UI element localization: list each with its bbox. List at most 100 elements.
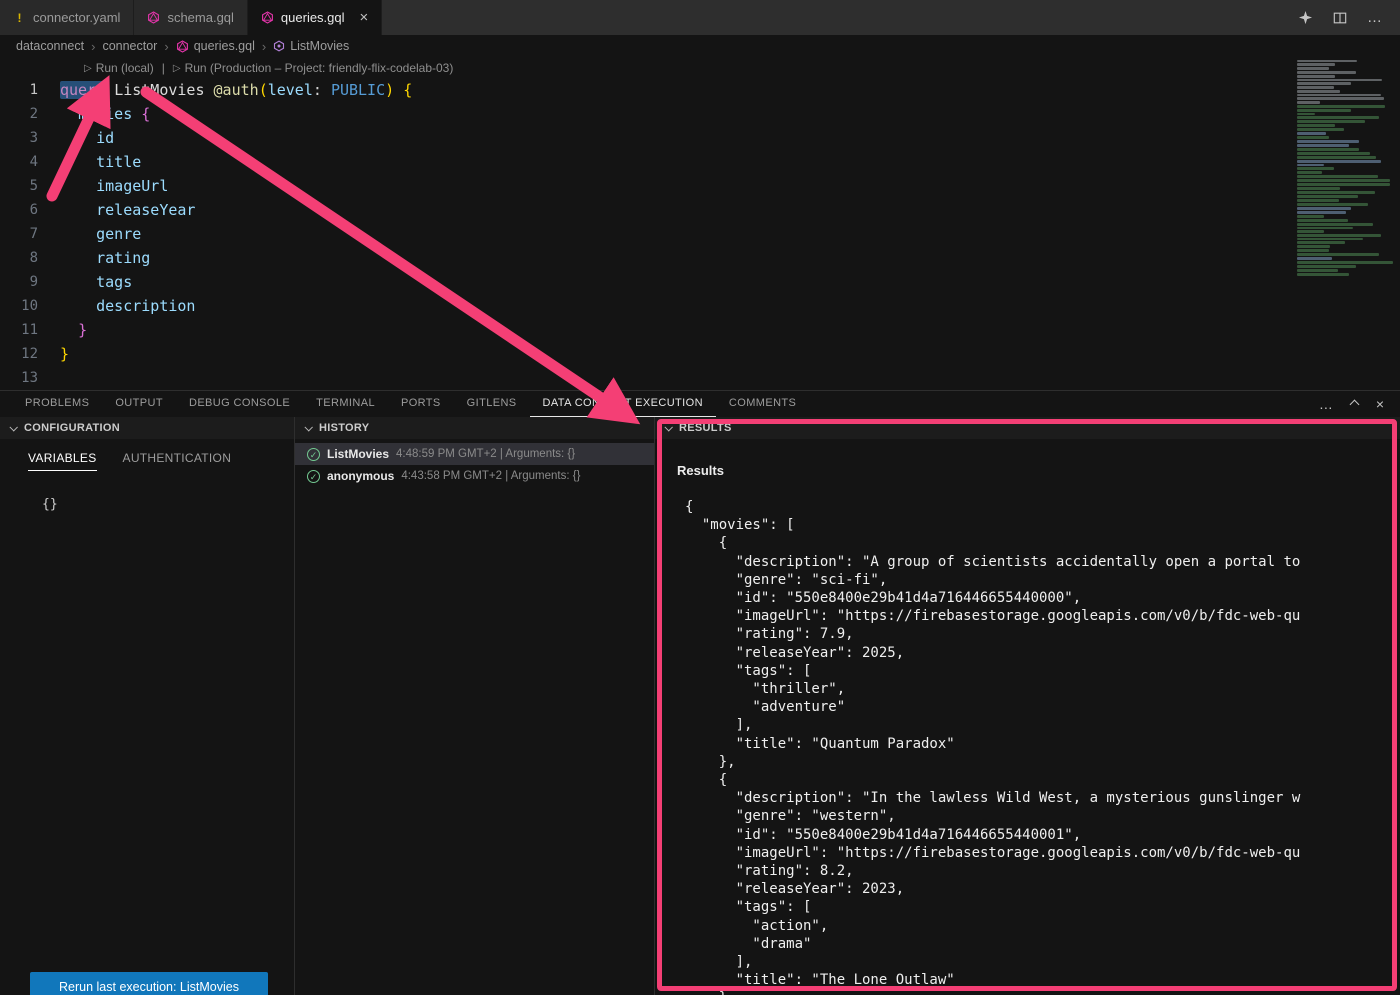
- code-text: tags: [60, 270, 132, 294]
- breadcrumb-item-queries-gql[interactable]: queries.gql: [176, 39, 255, 53]
- code-token: rating: [96, 249, 150, 267]
- code-token: level: [268, 81, 313, 99]
- minimap-line: [1297, 215, 1324, 218]
- code-text: movies {: [60, 102, 150, 126]
- code-token: genre: [96, 225, 141, 243]
- minimap-line: [1297, 79, 1382, 81]
- minimap-line: [1297, 113, 1315, 115]
- run-local-link[interactable]: ▷Run (local): [84, 61, 154, 75]
- history-item[interactable]: ✓ListMovies4:48:59 PM GMT+2 | Arguments:…: [295, 443, 654, 465]
- minimap-line: [1297, 183, 1390, 186]
- minimap-line: [1297, 101, 1320, 104]
- minimap-line: [1297, 90, 1340, 93]
- code-token: [394, 81, 403, 99]
- maximize-panel-icon[interactable]: [1351, 401, 1358, 408]
- breadcrumb-item-connector[interactable]: connector: [102, 39, 157, 53]
- line-number: 6: [0, 198, 60, 222]
- minimap-line: [1297, 82, 1351, 85]
- code-lines: 1query ListMovies @auth(level: PUBLIC) {…: [0, 78, 1283, 390]
- breadcrumb-separator: ›: [91, 39, 95, 54]
- code-token: [60, 177, 96, 195]
- code-line: 7 genre: [0, 222, 1283, 246]
- chevron-up-icon: [1349, 399, 1359, 409]
- code-token: [60, 201, 96, 219]
- tab-connector-yaml[interactable]: !connector.yaml: [0, 0, 134, 35]
- minimap-line: [1297, 207, 1351, 210]
- panel-body: CONFIGURATION VARIABLESAUTHENTICATION {}…: [0, 417, 1400, 995]
- panel-tab-gitlens[interactable]: GITLENS: [454, 391, 530, 417]
- panel-tab-debug-console[interactable]: DEBUG CONSOLE: [176, 391, 303, 417]
- panel-tab-data-connect-execution[interactable]: DATA CONNECT EXECUTION: [530, 391, 716, 417]
- minimap-line: [1297, 136, 1329, 139]
- tab-label: schema.gql: [167, 10, 233, 25]
- tab-schema-gql[interactable]: schema.gql: [134, 0, 247, 35]
- code-line: 4 title: [0, 150, 1283, 174]
- graphql-icon: [147, 11, 160, 24]
- chevron-down-icon: [664, 423, 672, 431]
- code-token: PUBLIC: [331, 81, 385, 99]
- results-header[interactable]: RESULTS: [655, 417, 1400, 439]
- breadcrumb-separator: ›: [164, 39, 168, 54]
- breadcrumb-item-listmovies[interactable]: ListMovies: [273, 39, 349, 53]
- code-text: releaseYear: [60, 198, 195, 222]
- panel-tab-problems[interactable]: PROBLEMS: [12, 391, 102, 417]
- code-line: 5 imageUrl: [0, 174, 1283, 198]
- minimap-line: [1297, 269, 1338, 272]
- minimap-line: [1297, 175, 1378, 178]
- close-panel-icon[interactable]: ×: [1376, 396, 1384, 412]
- results-title: Results: [677, 463, 1400, 478]
- history-header[interactable]: HISTORY: [295, 417, 654, 439]
- split-editor-icon[interactable]: [1333, 11, 1347, 25]
- run-production-link[interactable]: ▷Run (Production – Project: friendly-fli…: [173, 61, 454, 75]
- code-token: tags: [96, 273, 132, 291]
- minimap-line: [1297, 261, 1393, 264]
- code-editor[interactable]: ▷Run (local) | ▷Run (Production – Projec…: [0, 57, 1400, 390]
- more-actions-icon[interactable]: …: [1319, 396, 1333, 412]
- chevron-down-icon: [304, 423, 312, 431]
- code-token: title: [96, 153, 141, 171]
- minimap-line: [1297, 171, 1322, 174]
- more-actions-icon[interactable]: …: [1367, 9, 1382, 26]
- tab-queries-gql[interactable]: queries.gql×: [248, 0, 382, 35]
- minimap-line: [1297, 63, 1335, 66]
- breadcrumb-separator: ›: [262, 39, 266, 54]
- minimap-line: [1297, 132, 1326, 135]
- copilot-icon[interactable]: [1298, 10, 1313, 25]
- minimap-line: [1297, 128, 1344, 131]
- minimap-line: [1297, 257, 1332, 260]
- close-tab-icon[interactable]: ×: [360, 10, 369, 25]
- symbol-icon: [273, 40, 285, 52]
- minimap-line: [1297, 195, 1358, 198]
- history-item[interactable]: ✓anonymous4:43:58 PM GMT+2 | Arguments: …: [295, 465, 654, 487]
- minimap-line: [1297, 179, 1390, 182]
- code-text: imageUrl: [60, 174, 168, 198]
- panel-actions: … ×: [1319, 396, 1400, 412]
- panel-tab-terminal[interactable]: TERMINAL: [303, 391, 388, 417]
- codelens-divider: |: [162, 61, 165, 75]
- minimap-line: [1297, 203, 1368, 206]
- code-token: [60, 129, 96, 147]
- minimap-line: [1297, 144, 1349, 147]
- panel-tab-comments[interactable]: COMMENTS: [716, 391, 809, 417]
- line-number: 12: [0, 342, 60, 366]
- panel-tab-ports[interactable]: PORTS: [388, 391, 454, 417]
- config-tab-authentication[interactable]: AUTHENTICATION: [123, 451, 232, 471]
- history-section: HISTORY ✓ListMovies4:48:59 PM GMT+2 | Ar…: [295, 417, 655, 995]
- minimap-line: [1297, 60, 1357, 62]
- results-json[interactable]: { "movies": [ { "description": "A group …: [655, 498, 1400, 995]
- minimap-line: [1297, 152, 1370, 155]
- breadcrumb-item-dataconnect[interactable]: dataconnect: [16, 39, 84, 53]
- code-token: (: [259, 81, 268, 99]
- minimap[interactable]: [1283, 57, 1400, 390]
- config-tab-variables[interactable]: VARIABLES: [28, 451, 97, 471]
- more-actions-icon: …: [1367, 9, 1382, 26]
- minimap-line: [1297, 160, 1381, 163]
- minimap-line: [1297, 116, 1379, 119]
- configuration-header[interactable]: CONFIGURATION: [0, 417, 294, 439]
- vscode-window: !connector.yamlschema.gqlqueries.gql× … …: [0, 0, 1400, 995]
- code-line: 11 }: [0, 318, 1283, 342]
- rerun-button[interactable]: Rerun last execution: ListMovies: [30, 972, 268, 995]
- minimap-line: [1297, 249, 1329, 252]
- code-text: rating: [60, 246, 150, 270]
- panel-tab-output[interactable]: OUTPUT: [102, 391, 176, 417]
